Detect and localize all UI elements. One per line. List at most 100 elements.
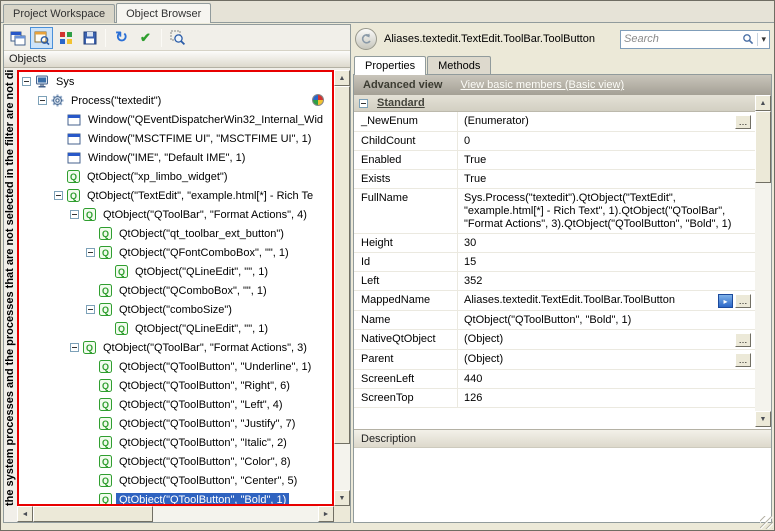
- tree-expander[interactable]: [86, 438, 95, 447]
- tree-horizontal-scrollbar[interactable]: ◄ ►: [17, 506, 334, 522]
- tab-methods[interactable]: Methods: [427, 56, 492, 75]
- tree-expander[interactable]: [86, 457, 95, 466]
- tab-properties[interactable]: Properties: [354, 56, 427, 75]
- scroll-down-button[interactable]: ▼: [334, 490, 350, 506]
- tree-item[interactable]: Q QtObject("QToolButton", "Justify", 7): [19, 414, 332, 433]
- tree-item[interactable]: Q QtObject("qt_toolbar_ext_button"): [19, 224, 332, 243]
- property-row[interactable]: Parent (Object) …: [354, 350, 755, 370]
- tree-expander[interactable]: [86, 362, 95, 371]
- tree-item[interactable]: Q QtObject("QToolButton", "Color", 8): [19, 452, 332, 471]
- property-row[interactable]: MappedName Aliases.textedit.TextEdit.Too…: [354, 291, 755, 311]
- tree-item[interactable]: Q QtObject("QToolButton", "Underline", 1…: [19, 357, 332, 376]
- tree-item[interactable]: Q QtObject("TextEdit", "example.html[*] …: [19, 186, 332, 205]
- tree-item[interactable]: Q QtObject("xp_limbo_widget"): [19, 167, 332, 186]
- refresh-icon[interactable]: ↻: [110, 27, 133, 49]
- tree-expander[interactable]: [70, 343, 79, 352]
- scroll-up-button[interactable]: ▲: [334, 70, 350, 86]
- scroll-left-button[interactable]: ◄: [17, 506, 33, 522]
- chevron-down-icon[interactable]: ▾: [761, 34, 766, 45]
- tree-item[interactable]: Q QtObject("QLineEdit", "", 1): [19, 262, 332, 281]
- tree-expander[interactable]: [54, 191, 63, 200]
- tab-project-workspace[interactable]: Project Workspace: [3, 4, 116, 23]
- tree-expander[interactable]: [54, 115, 63, 124]
- tree-expander[interactable]: [38, 96, 47, 105]
- basic-view-link[interactable]: View basic members (Basic view): [460, 79, 624, 91]
- ellipsis-button[interactable]: …: [735, 115, 751, 129]
- tree-item[interactable]: Q QtObject("QToolButton", "Right", 6): [19, 376, 332, 395]
- scrollbar-thumb[interactable]: [334, 86, 350, 444]
- scrollbar-thumb[interactable]: [755, 111, 771, 183]
- property-row[interactable]: Height 30: [354, 234, 755, 253]
- tree-expander[interactable]: [86, 400, 95, 409]
- description-section-header: Description: [354, 429, 771, 448]
- tree-expander[interactable]: [86, 495, 95, 504]
- tree-expander[interactable]: [86, 248, 95, 257]
- ellipsis-button[interactable]: …: [735, 294, 751, 308]
- ellipsis-button[interactable]: …: [735, 353, 751, 367]
- tree-item[interactable]: Q QtObject("QLineEdit", "", 1): [19, 319, 332, 338]
- tree-item[interactable]: Q QtObject("QToolButton", "Italic", 2): [19, 433, 332, 452]
- svg-text:Q: Q: [102, 362, 109, 372]
- back-icon[interactable]: [355, 28, 377, 50]
- tree-item[interactable]: Q Window("MSCTFIME UI", "MSCTFIME UI", 1…: [19, 129, 332, 148]
- tree-expander[interactable]: [70, 210, 79, 219]
- qt-object-icon: Q: [99, 360, 112, 373]
- check-object-icon[interactable]: ✔: [134, 27, 157, 49]
- tree-item[interactable]: Q QtObject("QToolButton", "Center", 5): [19, 471, 332, 490]
- property-row[interactable]: Exists True: [354, 170, 755, 189]
- tab-object-browser[interactable]: Object Browser: [116, 3, 212, 23]
- property-row[interactable]: Enabled True: [354, 151, 755, 170]
- property-row[interactable]: FullName Sys.Process("textedit").QtObjec…: [354, 189, 755, 234]
- tree-vertical-scrollbar[interactable]: ▲ ▼: [334, 70, 350, 506]
- tree-expander[interactable]: [102, 324, 111, 333]
- ellipsis-button[interactable]: …: [735, 333, 751, 347]
- tree-item-label: QtObject("QToolButton", "Justify", 7): [119, 417, 296, 430]
- properties-vertical-scrollbar[interactable]: ▲ ▼: [755, 95, 771, 427]
- tree-item[interactable]: Q Sys: [19, 72, 332, 91]
- standard-group-header[interactable]: Standard: [354, 95, 755, 112]
- tree-item[interactable]: Q QtObject("QComboBox", "", 1): [19, 281, 332, 300]
- tree-item[interactable]: Q Window("QEventDispatcherWin32_Internal…: [19, 110, 332, 129]
- tree-expander[interactable]: [54, 153, 63, 162]
- tree-item[interactable]: Q Window("IME", "Default IME", 1): [19, 148, 332, 167]
- property-row[interactable]: ChildCount 0: [354, 132, 755, 151]
- tree-item[interactable]: Q QtObject("QToolBar", "Format Actions",…: [19, 338, 332, 357]
- tree-expander[interactable]: [86, 286, 95, 295]
- tree-item[interactable]: Q QtObject("QToolButton", "Left", 4): [19, 395, 332, 414]
- tree-expander[interactable]: [102, 267, 111, 276]
- mapped-object-icon[interactable]: [718, 294, 733, 308]
- search-input[interactable]: Search ▾: [620, 29, 770, 49]
- tree-expander[interactable]: [86, 419, 95, 428]
- panels-icon[interactable]: [6, 27, 29, 49]
- tree-expander[interactable]: [86, 229, 95, 238]
- find-object-icon[interactable]: [166, 27, 189, 49]
- property-row[interactable]: ScreenTop 126: [354, 389, 755, 408]
- tree-expander[interactable]: [54, 134, 63, 143]
- tree-item[interactable]: Q QtObject("QToolBar", "Format Actions",…: [19, 205, 332, 224]
- scroll-down-button[interactable]: ▼: [755, 411, 771, 427]
- map-object-icon[interactable]: [54, 27, 77, 49]
- property-row[interactable]: _NewEnum (Enumerator) …: [354, 112, 755, 132]
- tree-expander[interactable]: [86, 476, 95, 485]
- tree-expander[interactable]: [22, 77, 31, 86]
- tree-item[interactable]: Q Process("textedit"): [19, 91, 332, 110]
- property-row[interactable]: NativeQtObject (Object) …: [354, 330, 755, 350]
- tree-expander[interactable]: [54, 172, 63, 181]
- tree-item-label: Window("MSCTFIME UI", "MSCTFIME UI", 1): [88, 132, 312, 145]
- tree-expander[interactable]: [86, 305, 95, 314]
- resize-grip[interactable]: [760, 516, 773, 529]
- scroll-up-button[interactable]: ▲: [755, 95, 771, 111]
- tree-item[interactable]: Q QtObject("comboSize"): [19, 300, 332, 319]
- highlight-object-icon[interactable]: [30, 26, 53, 49]
- store-object-icon[interactable]: [78, 27, 101, 49]
- scrollbar-thumb[interactable]: [33, 506, 153, 522]
- property-row[interactable]: Left 352: [354, 272, 755, 291]
- property-row[interactable]: Name QtObject("QToolButton", "Bold", 1): [354, 311, 755, 330]
- property-row[interactable]: Id 15: [354, 253, 755, 272]
- scroll-right-button[interactable]: ►: [318, 506, 334, 522]
- tree-item[interactable]: Q QtObject("QToolButton", "Bold", 1): [19, 490, 332, 504]
- group-expander[interactable]: [359, 98, 368, 108]
- tree-expander[interactable]: [86, 381, 95, 390]
- property-row[interactable]: ScreenLeft 440: [354, 370, 755, 389]
- tree-item[interactable]: Q QtObject("QFontComboBox", "", 1): [19, 243, 332, 262]
